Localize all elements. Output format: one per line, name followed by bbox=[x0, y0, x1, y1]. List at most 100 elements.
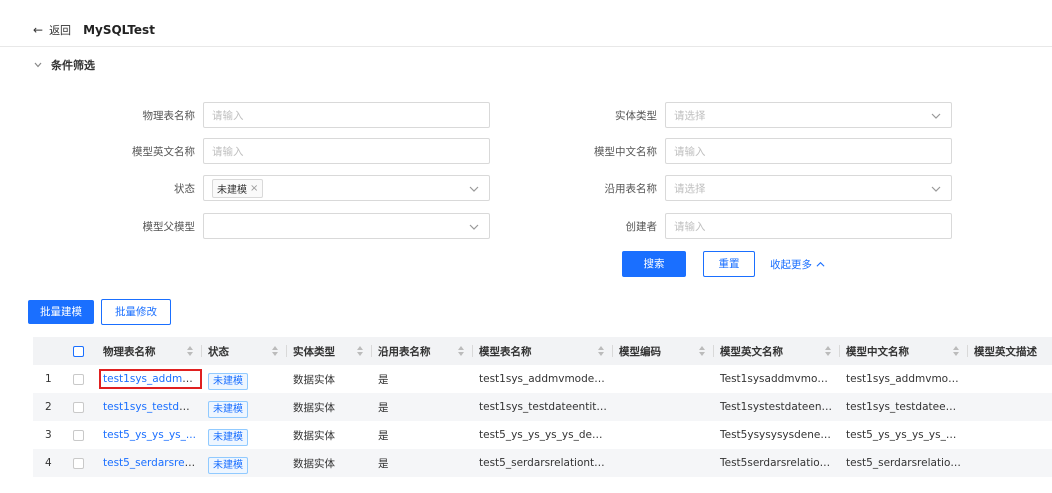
sort-icon[interactable] bbox=[698, 346, 706, 356]
sort-icon[interactable] bbox=[271, 346, 279, 356]
row-checkbox-cell bbox=[67, 421, 97, 449]
sort-icon[interactable] bbox=[952, 346, 960, 356]
row-checkbox[interactable] bbox=[73, 373, 84, 385]
column-header-model-code[interactable]: 模型编码 bbox=[613, 337, 714, 365]
parent-model-label: 模型父模型 bbox=[142, 220, 196, 233]
chevron-down-icon bbox=[34, 62, 42, 68]
row-checkbox-cell bbox=[67, 393, 97, 421]
status-tag: 未建模 × bbox=[212, 178, 264, 198]
model-table-cell: test5_ys_ys_ys_ys_den... bbox=[479, 429, 609, 441]
select-all-header bbox=[67, 337, 97, 365]
reuse-cell: 是 bbox=[378, 429, 389, 442]
column-header-reuse[interactable]: 沿用表名称 bbox=[372, 337, 473, 365]
en-name-cell: Test1systestdateentity... bbox=[714, 393, 840, 421]
sort-icon[interactable] bbox=[457, 346, 465, 356]
select-all-checkbox[interactable] bbox=[73, 345, 84, 357]
row-checkbox[interactable] bbox=[73, 401, 84, 413]
reuse-cell: 是 bbox=[378, 373, 389, 386]
filter-section-toggle[interactable]: 条件筛选 bbox=[33, 57, 95, 73]
model-cn-name-input[interactable]: 请输入 bbox=[665, 138, 952, 164]
parent-model-select[interactable] bbox=[203, 213, 490, 239]
table-row[interactable]: 2 test1sys_testdat... 未建模 数据实体 是 test1sy… bbox=[33, 393, 1052, 421]
entity-type-label: 实体类型 bbox=[615, 109, 657, 122]
form-row-physical-table: 物理表名称 请输入 bbox=[33, 102, 490, 128]
index-header bbox=[33, 337, 67, 365]
reuse-table-name-select[interactable]: 请选择 bbox=[665, 175, 952, 201]
model-table-cell: test5_serdarsrelationtest... bbox=[473, 449, 613, 477]
chevron-down-icon bbox=[931, 113, 941, 119]
entity-type-placeholder: 请选择 bbox=[674, 109, 706, 122]
status-badge: 未建模 bbox=[208, 372, 248, 390]
row-index: 2 bbox=[33, 393, 67, 421]
column-header-model-table[interactable]: 模型表名称 bbox=[473, 337, 613, 365]
physical-table-name-label: 物理表名称 bbox=[142, 109, 196, 122]
physical-table-name-input[interactable]: 请输入 bbox=[203, 102, 490, 128]
creator-input[interactable]: 请输入 bbox=[665, 213, 952, 239]
form-row-creator: 创建者 请输入 bbox=[495, 213, 952, 239]
model-code-cell bbox=[613, 393, 714, 421]
status-badge: 未建模 bbox=[208, 428, 248, 446]
physical-table-link[interactable]: test1sys_testdat... bbox=[103, 401, 200, 413]
collapse-more-button[interactable]: 收起更多 bbox=[770, 257, 825, 272]
en-desc-cell bbox=[968, 421, 1052, 449]
entity-type-cell: 数据实体 bbox=[287, 449, 372, 477]
column-header-entity-type[interactable]: 实体类型 bbox=[287, 337, 372, 365]
cn-name-cell: test5_ys_ys_ys_ys_de... bbox=[846, 429, 968, 441]
column-header-cn-name[interactable]: 模型中文名称 bbox=[840, 337, 968, 365]
batch-model-button[interactable]: 批量建模 bbox=[28, 300, 94, 324]
entity-type-select[interactable]: 请选择 bbox=[665, 102, 952, 128]
search-button[interactable]: 搜索 bbox=[622, 251, 686, 277]
back-arrow-icon[interactable]: ← bbox=[33, 23, 43, 37]
row-checkbox[interactable] bbox=[73, 429, 84, 441]
physical-table-name-placeholder: 请输入 bbox=[212, 109, 244, 122]
table-row[interactable]: 1 test1sys_addmv... 未建模 数据实体 是 test1sys_… bbox=[33, 365, 1052, 393]
sort-icon[interactable] bbox=[597, 346, 605, 356]
close-icon[interactable]: × bbox=[250, 183, 258, 194]
table-row[interactable]: 3 test5_ys_ys_ys_... 未建模 数据实体 是 test5_ys… bbox=[33, 421, 1052, 449]
back-link[interactable]: 返回 bbox=[49, 22, 71, 38]
column-header-status[interactable]: 状态 bbox=[202, 337, 287, 365]
row-checkbox[interactable] bbox=[73, 457, 84, 469]
en-desc-cell bbox=[968, 449, 1052, 477]
model-table-cell: test1sys_testdateentity302 bbox=[473, 393, 613, 421]
collapse-more-label: 收起更多 bbox=[770, 259, 812, 271]
en-desc-cell bbox=[968, 393, 1052, 421]
table-row[interactable]: 4 test5_serdarsrel... 未建模 数据实体 是 test5_s… bbox=[33, 449, 1052, 477]
row-index: 1 bbox=[45, 373, 52, 385]
sort-icon[interactable] bbox=[186, 346, 194, 356]
filter-section-title: 条件筛选 bbox=[51, 59, 95, 72]
model-en-name-label: 模型英文名称 bbox=[132, 145, 195, 158]
sort-icon[interactable] bbox=[824, 346, 832, 356]
status-select[interactable]: 未建模 × bbox=[203, 175, 490, 201]
page-title: MySQLTest bbox=[83, 23, 155, 37]
form-row-parent-model: 模型父模型 bbox=[33, 213, 490, 239]
reuse-cell: 是 bbox=[372, 449, 473, 477]
status-tag-label: 未建模 bbox=[217, 184, 247, 196]
status-badge: 未建模 bbox=[208, 456, 248, 474]
physical-table-link[interactable]: test1sys_addmv... bbox=[99, 369, 202, 389]
model-en-name-placeholder: 请输入 bbox=[212, 145, 244, 158]
batch-edit-button[interactable]: 批量修改 bbox=[101, 299, 171, 325]
column-header-en-name[interactable]: 模型英文名称 bbox=[714, 337, 840, 365]
column-header-physical[interactable]: 物理表名称 bbox=[97, 337, 202, 365]
physical-table-link[interactable]: test5_serdarsrel... bbox=[103, 457, 198, 469]
header-divider bbox=[0, 46, 1052, 47]
status-badge: 未建模 bbox=[208, 400, 248, 418]
physical-table-link[interactable]: test5_ys_ys_ys_... bbox=[103, 429, 196, 441]
creator-label: 创建者 bbox=[625, 220, 658, 233]
model-cn-name-label: 模型中文名称 bbox=[594, 145, 657, 158]
reset-button[interactable]: 重置 bbox=[703, 251, 755, 277]
chevron-down-icon bbox=[469, 186, 479, 192]
cn-name-cell: test1sys_testdateentit... bbox=[840, 393, 968, 421]
model-en-name-input[interactable]: 请输入 bbox=[203, 138, 490, 164]
sort-icon[interactable] bbox=[356, 346, 364, 356]
column-header-en-desc[interactable]: 模型英文描述 bbox=[968, 337, 1052, 365]
row-index: 4 bbox=[33, 449, 67, 477]
model-cn-name-placeholder: 请输入 bbox=[674, 145, 706, 158]
chevron-down-icon bbox=[931, 186, 941, 192]
form-row-status: 状态 未建模 × bbox=[33, 175, 490, 201]
row-checkbox-cell bbox=[67, 449, 97, 477]
form-row-reuse-table: 沿用表名称 请选择 bbox=[495, 175, 952, 201]
model-table: 物理表名称 状态 实体类型 沿用表名称 模型表名称 模型编码 模型英文名称 模型… bbox=[33, 337, 1052, 477]
form-row-entity-type: 实体类型 请选择 bbox=[495, 102, 952, 128]
